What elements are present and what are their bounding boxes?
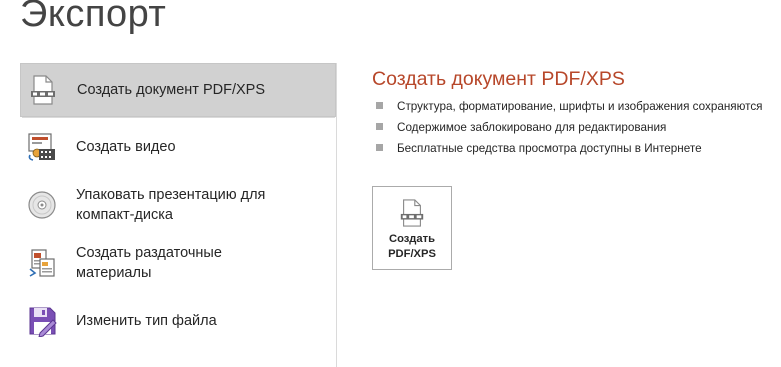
feature-list: Структура, форматирование, шрифты и изоб…: [376, 96, 763, 159]
button-label-line: Создать: [388, 233, 435, 245]
bullet-square-icon: [376, 102, 383, 109]
option-label-line: компакт-диска: [76, 207, 173, 223]
list-item-text: Содержимое заблокировано для редактирова…: [397, 121, 667, 134]
list-item: Содержимое заблокировано для редактирова…: [376, 117, 763, 138]
page-title: Экспорт: [20, 0, 167, 35]
bullet-square-icon: [376, 144, 383, 151]
video-icon: [25, 130, 59, 164]
cd-icon: [25, 188, 59, 222]
option-create-pdf-xps[interactable]: Создать документ PDF/XPS: [20, 63, 336, 117]
option-label-line: Упаковать презентацию для: [76, 187, 266, 203]
option-label: Упаковать презентацию для компакт-диска: [76, 185, 265, 225]
pdf-document-icon: [26, 73, 60, 107]
bullet-square-icon: [376, 123, 383, 130]
option-create-handouts[interactable]: Создать раздаточные материалы: [20, 234, 336, 292]
list-item: Структура, форматирование, шрифты и изоб…: [376, 96, 763, 117]
option-label: Создать документ PDF/XPS: [77, 82, 266, 98]
option-label: Изменить тип файла: [76, 313, 217, 329]
export-options-list: Создать документ PDF/XPS Создать видео У…: [20, 63, 336, 350]
option-label: Создать видео: [76, 139, 176, 155]
option-label: Создать раздаточные материалы: [76, 243, 222, 283]
create-pdf-xps-label: Создать PDF/XPS: [373, 232, 451, 262]
button-label-line: PDF/XPS: [388, 248, 436, 260]
create-pdf-xps-button[interactable]: Создать PDF/XPS: [372, 186, 452, 270]
panel-divider: [336, 63, 337, 367]
list-item-text: Структура, форматирование, шрифты и изоб…: [397, 100, 763, 113]
save-floppy-icon: [25, 304, 59, 338]
option-change-file-type[interactable]: Изменить тип файла: [20, 292, 336, 350]
option-create-video[interactable]: Создать видео: [20, 118, 336, 176]
option-package-cd[interactable]: Упаковать презентацию для компакт-диска: [20, 176, 336, 234]
detail-title: Создать документ PDF/XPS: [372, 68, 625, 90]
pdf-document-icon: [373, 198, 451, 228]
option-label-line: материалы: [76, 265, 152, 281]
list-item: Бесплатные средства просмотра доступны в…: [376, 138, 763, 159]
handouts-icon: [25, 246, 59, 280]
list-item-text: Бесплатные средства просмотра доступны в…: [397, 142, 702, 155]
option-label-line: Создать раздаточные: [76, 245, 222, 261]
export-page: Экспорт Создать документ PDF/XPS Создать…: [0, 0, 781, 367]
